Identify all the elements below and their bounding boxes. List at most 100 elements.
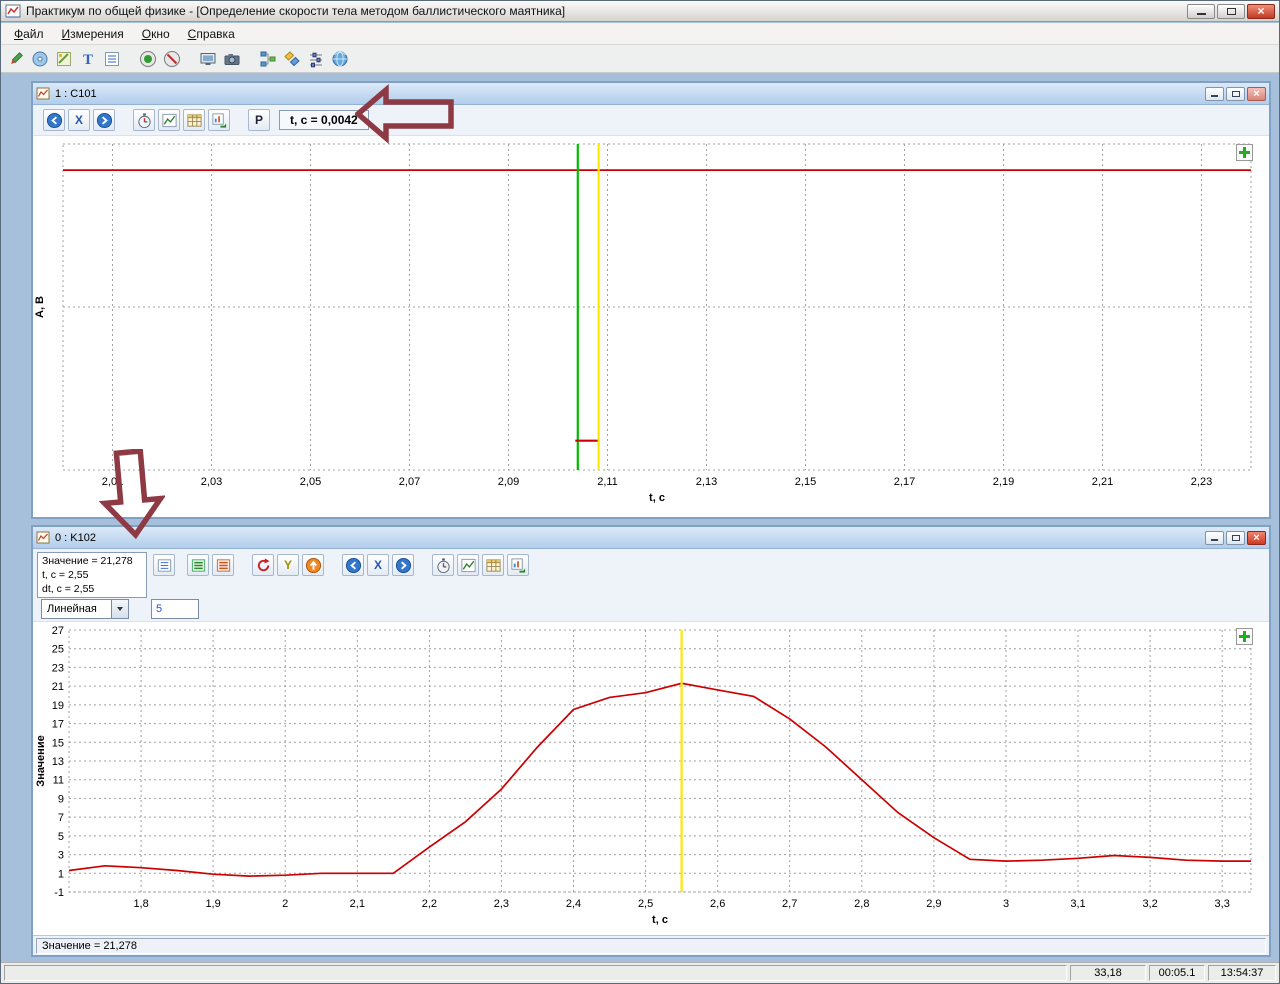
restore-icon [1232, 91, 1240, 97]
experiments-list-button[interactable] [100, 47, 124, 71]
c101-plot[interactable]: 2,012,032,052,072,092,112,132,152,172,19… [33, 136, 1265, 516]
window-c101: 1 : C101 × X [31, 81, 1271, 519]
k102-close-button[interactable]: × [1247, 531, 1266, 545]
fit-y-button[interactable]: Y [277, 554, 299, 576]
info-time: t, c = 2,55 [42, 568, 142, 582]
window-controls: × [1187, 4, 1275, 19]
svg-text:2,21: 2,21 [1092, 476, 1113, 488]
options-button[interactable] [304, 47, 328, 71]
data-tree-icon [259, 50, 277, 68]
arrow-right-icon [395, 557, 412, 574]
reset-scale-button[interactable] [252, 554, 274, 576]
screen-capture-button[interactable] [196, 47, 220, 71]
svg-text:-1: -1 [54, 887, 64, 899]
window-c101-titlebar[interactable]: 1 : C101 × [33, 83, 1269, 105]
svg-text:7: 7 [58, 812, 64, 824]
svg-text:9: 9 [58, 793, 64, 805]
menu-window[interactable]: Окно [133, 24, 179, 44]
svg-text:2,19: 2,19 [993, 476, 1014, 488]
points-input[interactable] [151, 599, 199, 619]
close-icon: × [1257, 5, 1264, 17]
chart-view-button[interactable] [457, 554, 479, 576]
menu-help[interactable]: Справка [179, 24, 244, 44]
restore-icon [1232, 535, 1240, 541]
menu-measurements[interactable]: Измерения [53, 24, 133, 44]
svg-text:2,09: 2,09 [498, 476, 519, 488]
close-icon: × [1253, 532, 1259, 544]
k102-restore-button[interactable] [1226, 531, 1245, 545]
title-bar[interactable]: Практикум по общей физике - [Определение… [1, 1, 1279, 22]
status-value: 33,18 [1070, 965, 1146, 981]
c101-zoom-in-button[interactable] [1236, 144, 1253, 161]
k102-zoom-in-button[interactable] [1236, 628, 1253, 645]
text-tool-button[interactable]: T [76, 47, 100, 71]
fit-x-label: X [374, 558, 382, 572]
maximize-button[interactable] [1217, 4, 1245, 19]
sensor-setup-button[interactable] [4, 47, 28, 71]
device-button[interactable] [28, 47, 52, 71]
help-globe-button[interactable] [328, 47, 352, 71]
scale-up-button[interactable] [302, 554, 324, 576]
chevron-down-icon [117, 607, 123, 611]
c101-close-button[interactable]: × [1247, 87, 1266, 101]
list-icon [156, 557, 173, 574]
orange-table-icon [215, 557, 232, 574]
export-chart-button[interactable] [507, 554, 529, 576]
c101-restore-button[interactable] [1226, 87, 1245, 101]
arrow-left-icon [345, 557, 362, 574]
p-button[interactable]: P [248, 109, 270, 131]
svg-text:2,11: 2,11 [597, 476, 618, 488]
menu-file[interactable]: Файл [5, 24, 53, 44]
camera-button[interactable] [220, 47, 244, 71]
table-view-button[interactable] [183, 109, 205, 131]
window-k102: 0 : K102 × Значение = 21,278 t, c = 2,55… [31, 525, 1271, 957]
dropdown-arrow-button[interactable] [111, 600, 128, 618]
list-button[interactable] [153, 554, 175, 576]
k102-minimize-button[interactable] [1205, 531, 1224, 545]
fit-x-button[interactable]: X [68, 109, 90, 131]
main-toolbar: T [1, 45, 1279, 73]
help-globe-icon [331, 50, 349, 68]
svg-text:2,05: 2,05 [300, 476, 321, 488]
svg-text:5: 5 [58, 831, 64, 843]
bookmarks-button[interactable] [280, 47, 304, 71]
k102-chart-area: 1,81,922,12,22,32,42,52,62,72,82,933,13,… [33, 622, 1269, 935]
svg-text:Значение: Значение [35, 735, 47, 786]
window-k102-toolbar: Y X [153, 554, 529, 576]
close-button[interactable]: × [1247, 4, 1275, 19]
info-dt: dt, c = 2,55 [42, 582, 142, 596]
window-c101-controls: × [1205, 87, 1266, 101]
screen-capture-icon [199, 50, 217, 68]
fit-x-button[interactable]: X [367, 554, 389, 576]
stopwatch-button[interactable] [432, 554, 454, 576]
k102-plot[interactable]: 1,81,922,12,22,32,42,52,62,72,82,933,13,… [33, 622, 1265, 934]
svg-text:13: 13 [52, 756, 64, 768]
stop-measure-icon [163, 50, 181, 68]
device-icon [31, 50, 49, 68]
c101-minimize-button[interactable] [1205, 87, 1224, 101]
green-table-button[interactable] [187, 554, 209, 576]
svg-text:2,7: 2,7 [782, 898, 797, 910]
svg-text:T: T [83, 52, 93, 68]
stop-measure-button[interactable] [160, 47, 184, 71]
start-measure-button[interactable] [136, 47, 160, 71]
experiments-list-icon [103, 50, 121, 68]
orange-table-button[interactable] [212, 554, 234, 576]
plus-icon [1239, 147, 1250, 158]
scroll-left-button[interactable] [43, 109, 65, 131]
data-tree-button[interactable] [256, 47, 280, 71]
scroll-right-button[interactable] [93, 109, 115, 131]
chart-view-button[interactable] [158, 109, 180, 131]
close-icon: × [1253, 88, 1259, 100]
scroll-right-button[interactable] [392, 554, 414, 576]
mdi-area: 1 : C101 × X [9, 73, 1271, 962]
table-view-button[interactable] [482, 554, 504, 576]
scale-type-dropdown[interactable]: Линейная [41, 599, 129, 619]
arrow-left-icon [46, 112, 63, 129]
minimize-button[interactable] [1187, 4, 1215, 19]
export-chart-button[interactable] [208, 109, 230, 131]
stopwatch-button[interactable] [133, 109, 155, 131]
scroll-left-button[interactable] [342, 554, 364, 576]
calibrate-button[interactable] [52, 47, 76, 71]
window-k102-titlebar[interactable]: 0 : K102 × [33, 527, 1269, 549]
